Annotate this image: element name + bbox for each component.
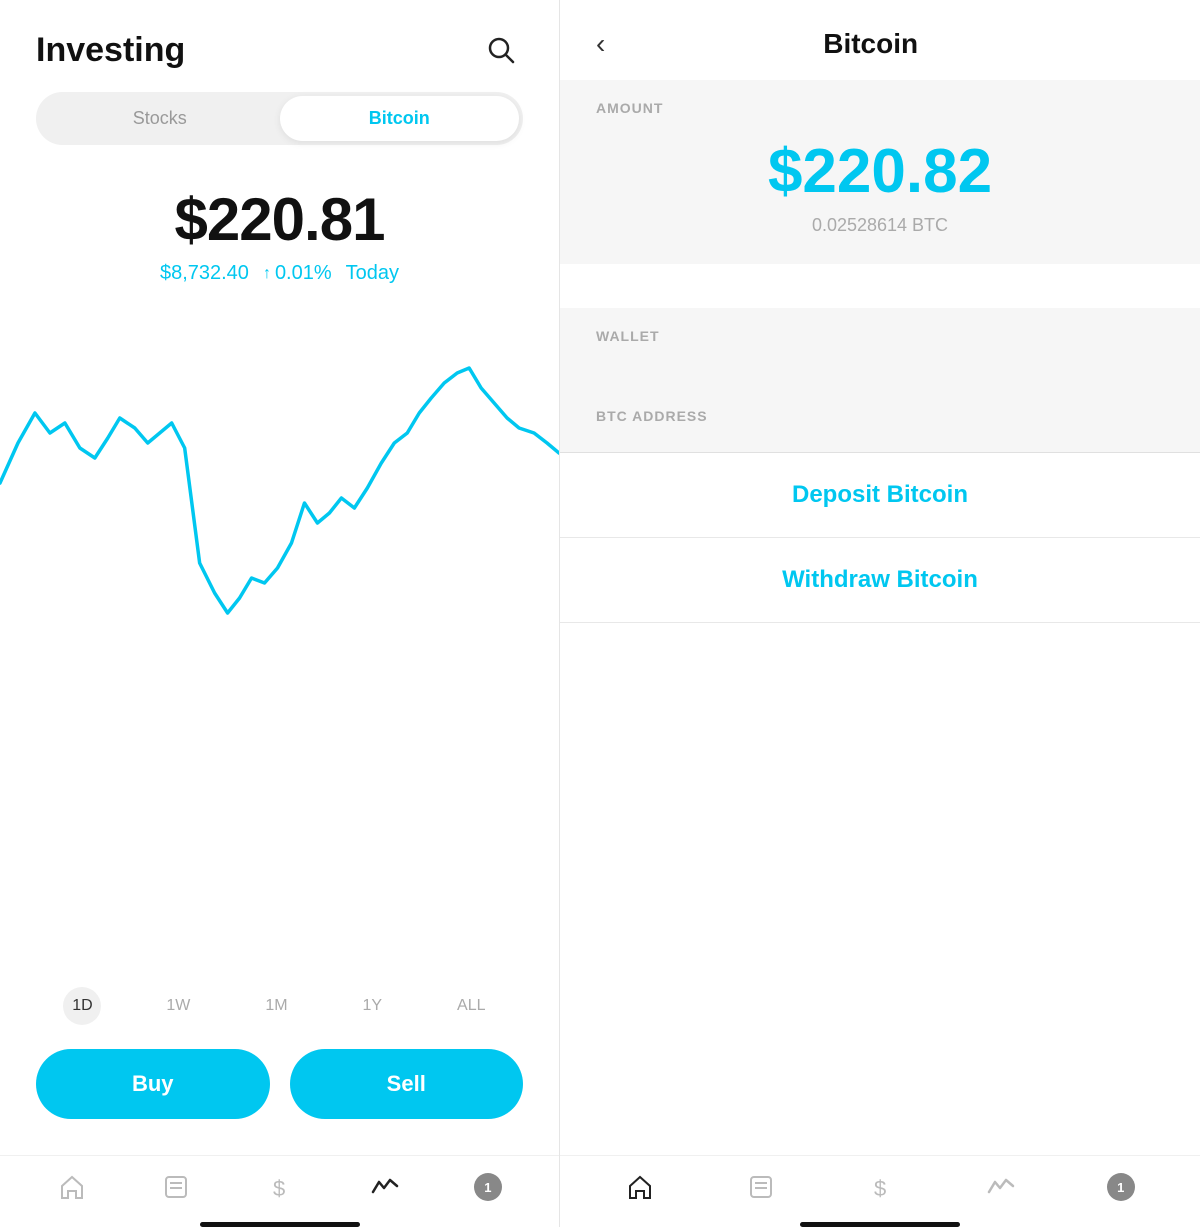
dollar-icon: $ [265, 1172, 295, 1202]
left-panel: Investing Stocks Bitcoin $220.81 $8,732.… [0, 0, 560, 1227]
right-dollar-icon: $ [866, 1172, 896, 1202]
right-nav-notifications[interactable]: 1 [1107, 1173, 1135, 1201]
change-wrap: ↑ 0.01% [263, 262, 332, 285]
notification-badge: 1 [474, 1173, 502, 1201]
right-nav-activity[interactable] [986, 1172, 1016, 1202]
nav-dollar[interactable]: $ [265, 1172, 295, 1202]
right-spacer [560, 623, 1200, 1155]
price-section: $220.81 $8,732.40 ↑ 0.01% Today [0, 169, 559, 293]
svg-text:$: $ [874, 1176, 886, 1201]
time-1d[interactable]: 1D [63, 987, 101, 1025]
search-button[interactable] [479, 28, 523, 72]
price-meta: $8,732.40 ↑ 0.01% Today [36, 262, 523, 285]
right-header: ‹ Bitcoin [560, 0, 1200, 80]
search-icon [486, 35, 516, 65]
amount-section: AMOUNT $220.82 0.02528614 BTC [560, 80, 1200, 264]
main-price: $220.81 [36, 185, 523, 254]
home-bar-left [200, 1222, 360, 1227]
amount-value: $220.82 [596, 136, 1164, 207]
right-nav-news[interactable] [746, 1172, 776, 1202]
right-home-icon [625, 1172, 655, 1202]
amount-btc: 0.02528614 BTC [596, 215, 1164, 236]
nav-news[interactable] [161, 1172, 191, 1202]
action-buttons: Buy Sell [0, 1049, 559, 1155]
right-panel: ‹ Bitcoin AMOUNT $220.82 0.02528614 BTC … [560, 0, 1200, 1227]
deposit-bitcoin-button[interactable]: Deposit Bitcoin [560, 453, 1200, 538]
nav-notifications[interactable]: 1 [474, 1173, 502, 1201]
buy-button[interactable]: Buy [36, 1049, 270, 1119]
home-icon [57, 1172, 87, 1202]
nav-home[interactable] [57, 1172, 87, 1202]
right-news-icon [746, 1172, 776, 1202]
activity-icon [370, 1172, 400, 1202]
time-1m[interactable]: 1M [255, 991, 297, 1021]
time-1w[interactable]: 1W [156, 991, 200, 1021]
sell-button[interactable]: Sell [290, 1049, 524, 1119]
page-title: Investing [36, 31, 185, 70]
up-arrow-icon: ↑ [263, 265, 271, 283]
wallet-label: WALLET [596, 328, 1164, 344]
tab-stocks[interactable]: Stocks [40, 96, 280, 141]
withdraw-bitcoin-button[interactable]: Withdraw Bitcoin [560, 538, 1200, 623]
left-header: Investing [0, 0, 559, 92]
right-activity-icon [986, 1172, 1016, 1202]
news-icon [161, 1172, 191, 1202]
right-page-title: Bitcoin [621, 28, 1120, 60]
right-notification-badge: 1 [1107, 1173, 1135, 1201]
period-label: Today [346, 262, 399, 285]
btc-address-label: BTC ADDRESS [596, 408, 1164, 424]
right-nav-home[interactable] [625, 1172, 655, 1202]
time-1y[interactable]: 1Y [353, 991, 393, 1021]
back-button[interactable]: ‹ [596, 28, 605, 60]
change-pct: 0.01% [275, 262, 332, 285]
time-all[interactable]: ALL [447, 991, 495, 1021]
svg-text:$: $ [273, 1176, 285, 1201]
nav-activity[interactable] [370, 1172, 400, 1202]
btc-price: $8,732.40 [160, 262, 249, 285]
tab-bitcoin[interactable]: Bitcoin [280, 96, 520, 141]
tab-switcher: Stocks Bitcoin [36, 92, 523, 145]
price-chart [0, 303, 559, 643]
home-bar-right [800, 1222, 960, 1227]
amount-label: AMOUNT [596, 100, 1164, 116]
time-range-selector: 1D 1W 1M 1Y ALL [0, 969, 559, 1049]
left-bottom-nav: $ 1 [0, 1155, 559, 1212]
right-bottom-nav: $ 1 [560, 1155, 1200, 1212]
right-nav-dollar[interactable]: $ [866, 1172, 896, 1202]
wallet-section: WALLET BTC ADDRESS [560, 308, 1200, 452]
chart-area [0, 293, 559, 969]
